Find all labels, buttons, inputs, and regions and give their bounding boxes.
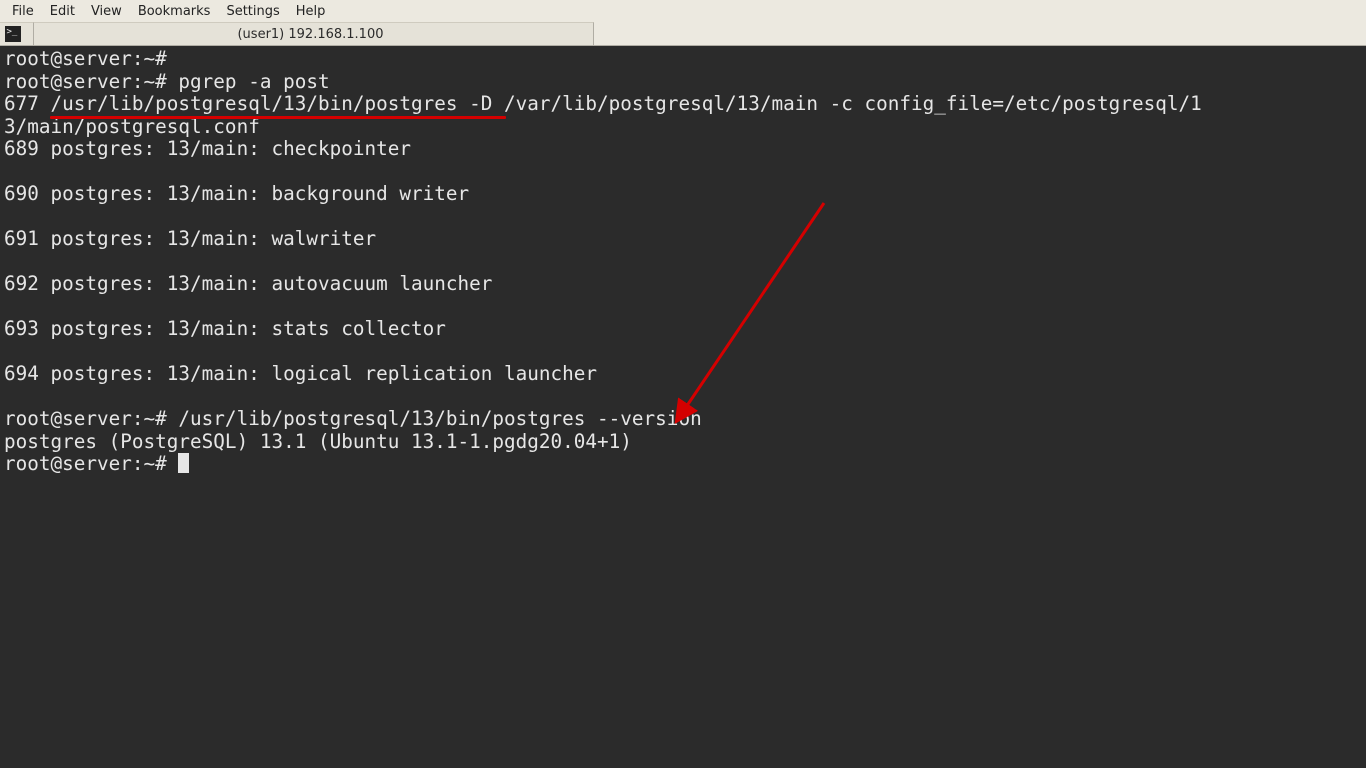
annotation-underline	[50, 116, 506, 119]
menu-bookmarks[interactable]: Bookmarks	[130, 2, 219, 21]
menu-settings[interactable]: Settings	[218, 2, 287, 21]
menubar: File Edit View Bookmarks Settings Help	[0, 0, 1366, 22]
tabbar: (user1) 192.168.1.100	[0, 22, 1366, 46]
tab-icon-only[interactable]	[0, 22, 34, 45]
menu-view[interactable]: View	[83, 2, 130, 21]
tab-session[interactable]: (user1) 192.168.1.100	[34, 22, 594, 45]
terminal-icon	[5, 26, 21, 42]
terminal-output: root@server:~# root@server:~# pgrep -a p…	[0, 46, 1366, 478]
menu-edit[interactable]: Edit	[42, 2, 83, 21]
cursor	[178, 453, 189, 473]
terminal-area[interactable]: root@server:~# root@server:~# pgrep -a p…	[0, 46, 1366, 768]
menu-help[interactable]: Help	[288, 2, 334, 21]
tab-label: (user1) 192.168.1.100	[237, 27, 383, 42]
menu-file[interactable]: File	[4, 2, 42, 21]
